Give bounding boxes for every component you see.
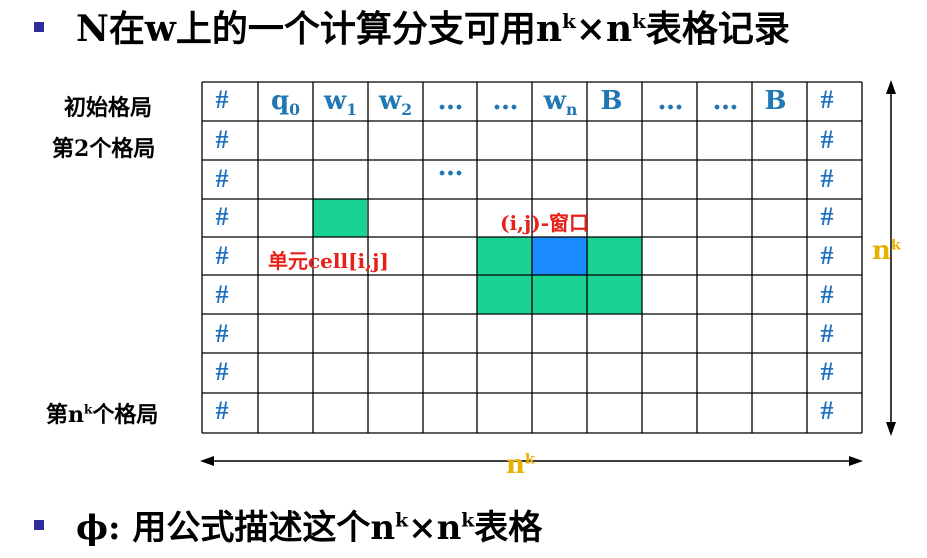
window-center-cell (532, 237, 587, 275)
hash-right-row-9: # (820, 396, 834, 425)
first-row-dots-4: … (712, 86, 739, 116)
hash-right-row-5: # (820, 241, 834, 270)
hash-left-row-6: # (215, 280, 229, 309)
first-row-dots-2: … (492, 86, 519, 116)
hash-right-row-4: # (820, 202, 834, 231)
bottom-statement: ϕ: 用公式描述这个nk×nk表格 (76, 508, 543, 548)
hash-left-row-8: # (215, 357, 229, 386)
hash-right-row-3: # (820, 164, 834, 193)
tableau-grid (200, 80, 896, 466)
hash-left-row-3: # (215, 164, 229, 193)
hash-left-row-9: # (215, 396, 229, 425)
height-dimension-label: nk (872, 236, 901, 266)
window-label: (i,j)-窗口 (500, 211, 590, 235)
cell-label: 单元cell[i,j] (268, 249, 389, 273)
first-row-hash-left: # (215, 85, 229, 114)
hash-left-row-5: # (215, 241, 229, 270)
hash-right-row-8: # (820, 357, 834, 386)
width-dimension-label: nk (506, 450, 535, 480)
first-row-dots-3: … (657, 86, 684, 116)
first-row-B-1: B (600, 86, 623, 116)
hash-right-row-2: # (820, 125, 834, 154)
middle-dots: … (437, 152, 464, 182)
hash-left-row-4: # (215, 202, 229, 231)
cell-highlight (313, 199, 367, 237)
first-row-w2: w2 (378, 86, 413, 120)
first-row-wn: wn (543, 86, 578, 120)
hash-right-row-7: # (820, 319, 834, 348)
first-row-hash-right: # (820, 85, 834, 114)
first-row-dots-1: … (437, 86, 464, 116)
hash-right-row-6: # (820, 280, 834, 309)
first-row-q0: q0 (270, 86, 301, 120)
hash-left-row-7: # (215, 319, 229, 348)
first-row-w1: w1 (323, 86, 358, 120)
hash-left-row-2: # (215, 125, 229, 154)
window-center-bottom (532, 275, 587, 314)
first-row-B-2: B (764, 86, 787, 116)
